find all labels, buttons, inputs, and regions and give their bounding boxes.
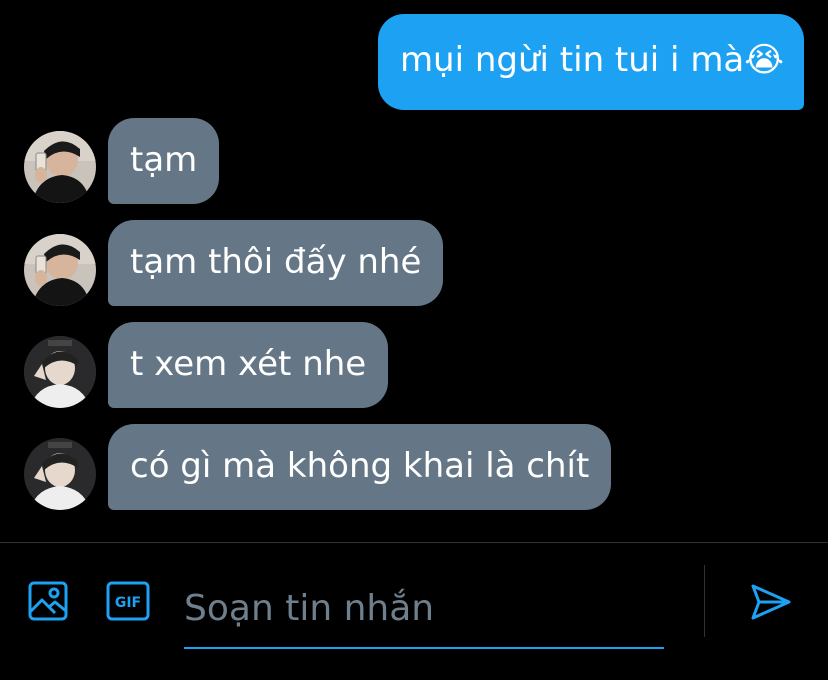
message-bubble-received[interactable]: tạm — [108, 118, 220, 204]
message-input[interactable] — [184, 571, 664, 645]
avatar-user-b-image — [24, 438, 96, 510]
send-separator — [704, 565, 705, 637]
sender-avatar[interactable] — [24, 336, 96, 408]
avatar-user-a-image — [24, 234, 96, 306]
send-button[interactable] — [748, 579, 794, 625]
avatar-user-b-image — [24, 336, 96, 408]
message-bubble-sent[interactable]: mụi ngừi tin tui i mà😭 — [377, 14, 804, 110]
gif-label: GIF — [115, 595, 141, 611]
send-icon — [751, 584, 791, 620]
sender-avatar[interactable] — [24, 131, 96, 203]
avatar-user-a-image — [24, 131, 96, 203]
message-bubble-received[interactable]: t xem xét nhe — [108, 322, 389, 408]
sender-avatar[interactable] — [24, 438, 96, 510]
message-thread: mụi ngừi tin tui i mà😭 tạm tạm thôi đấy … — [0, 0, 828, 542]
gif-icon: GIF — [106, 581, 150, 621]
message-text: tạm — [130, 140, 198, 180]
image-icon — [28, 581, 68, 621]
message-input-wrapper — [184, 571, 664, 649]
message-text: tạm thôi đấy nhé — [130, 242, 422, 282]
message-text: t xem xét nhe — [130, 344, 367, 384]
add-gif-button[interactable]: GIF — [106, 581, 150, 621]
sender-avatar[interactable] — [24, 234, 96, 306]
message-text: mụi ngừi tin tui i mà😭 — [399, 40, 784, 80]
message-composer: GIF — [0, 543, 828, 680]
add-media-button[interactable] — [26, 579, 70, 623]
message-text: có gì mà không khai là chít — [130, 446, 590, 486]
message-bubble-received[interactable]: có gì mà không khai là chít — [108, 424, 612, 510]
message-bubble-received[interactable]: tạm thôi đấy nhé — [108, 220, 444, 306]
